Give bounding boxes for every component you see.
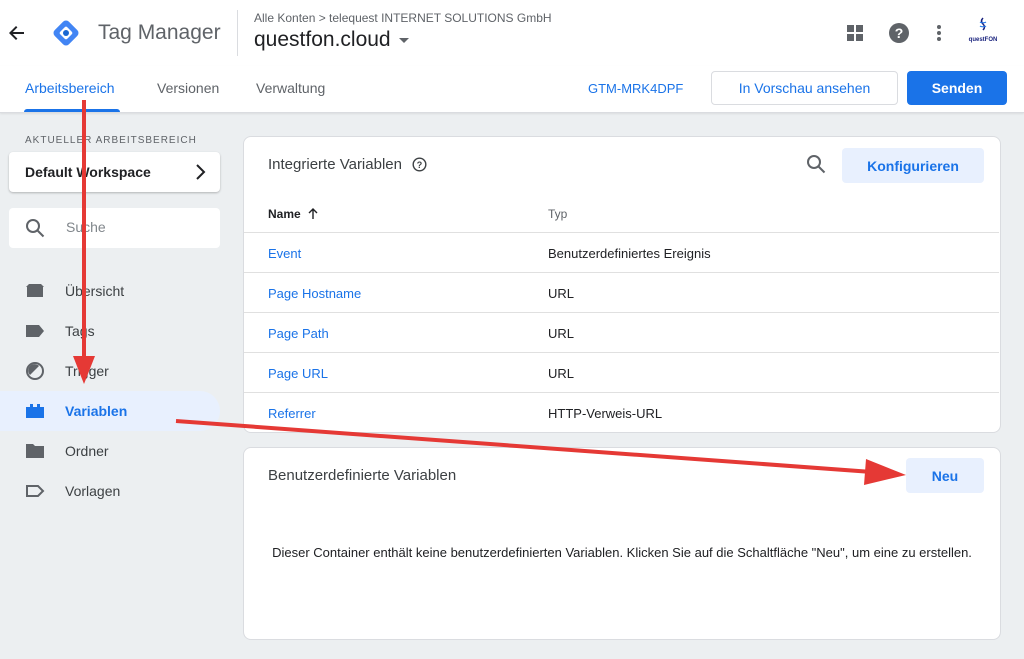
workspace-section-label: AKTUELLER ARBEITSBEREICH: [25, 135, 197, 146]
variable-type: Benutzerdefiniertes Ereignis: [548, 246, 711, 261]
column-header-label: Name: [268, 207, 301, 221]
sidebar-item-variables[interactable]: Variablen: [0, 391, 220, 431]
tab-admin[interactable]: Verwaltung: [256, 80, 325, 96]
svg-text:?: ?: [417, 160, 423, 170]
table-row: Referrer HTTP-Verweis-URL: [244, 392, 999, 433]
builtin-variables-card: Integrierte Variablen ? Konfigurieren Na…: [243, 136, 1001, 433]
chevron-right-icon: [196, 164, 206, 180]
svg-text:?: ?: [895, 25, 904, 41]
builtin-variables-title: Integrierte Variablen ?: [268, 156, 427, 173]
card-title-text: Integrierte Variablen: [268, 156, 402, 173]
container-name: questfon.cloud: [254, 28, 391, 51]
tag-icon: [25, 321, 45, 341]
search-icon[interactable]: [806, 154, 828, 176]
variable-type: HTTP-Verweis-URL: [548, 406, 663, 421]
custom-variables-card: Benutzerdefinierte Variablen Neu Dieser …: [243, 447, 1001, 640]
table-row: Page Hostname URL: [244, 272, 999, 313]
configure-button[interactable]: Konfigurieren: [842, 148, 984, 183]
active-tab-indicator: [24, 109, 120, 112]
send-button[interactable]: Senden: [907, 71, 1007, 105]
sidebar-item-label: Ordner: [65, 443, 109, 459]
custom-variables-title: Benutzerdefinierte Variablen: [268, 467, 457, 484]
back-arrow-icon[interactable]: [6, 22, 28, 44]
table-row: Page URL URL: [244, 352, 999, 393]
variable-type: URL: [548, 286, 575, 301]
account-breadcrumb[interactable]: Alle Konten > telequest INTERNET SOLUTIO…: [254, 11, 552, 25]
variable-name-link[interactable]: Page Hostname: [268, 286, 361, 301]
variable-name-link[interactable]: Referrer: [268, 406, 316, 421]
title-divider: [237, 10, 238, 56]
container-selector[interactable]: questfon.cloud: [254, 28, 409, 52]
tab-workspace[interactable]: Arbeitsbereich: [25, 80, 115, 96]
sidebar-item-folders[interactable]: Ordner: [0, 431, 220, 471]
sidebar-item-tags[interactable]: Tags: [0, 311, 220, 351]
variable-type: URL: [548, 326, 575, 341]
column-header-name[interactable]: Name: [268, 207, 319, 221]
more-vert-icon[interactable]: [928, 22, 950, 44]
column-header-type: Typ: [548, 207, 568, 221]
tab-bar: Arbeitsbereich Versionen Verwaltung GTM-…: [0, 66, 1024, 113]
tag-manager-logo-icon: [50, 17, 82, 49]
variable-name-link[interactable]: Page Path: [268, 326, 329, 341]
sidebar-item-templates[interactable]: Vorlagen: [0, 471, 220, 511]
variable-name-link[interactable]: Page URL: [268, 366, 328, 381]
template-icon: [25, 481, 45, 501]
new-variable-button[interactable]: Neu: [906, 458, 984, 493]
sidebar-search[interactable]: [9, 208, 220, 248]
sidebar-item-label: Trigger: [65, 363, 109, 379]
account-avatar[interactable]: questFON: [963, 17, 1003, 51]
sidebar-item-overview[interactable]: Übersicht: [0, 271, 220, 311]
sidebar-item-triggers[interactable]: Trigger: [0, 351, 220, 391]
empty-state-message: Dieser Container enthält keine benutzerd…: [272, 545, 972, 560]
help-outline-icon[interactable]: ?: [412, 157, 427, 172]
arrow-up-icon: [308, 208, 318, 219]
workspace-selector[interactable]: Default Workspace: [9, 152, 220, 192]
trigger-icon: [25, 361, 45, 381]
preview-button[interactable]: In Vorschau ansehen: [711, 71, 898, 105]
search-icon: [26, 219, 45, 238]
help-icon[interactable]: ?: [888, 22, 910, 44]
app-title: Tag Manager: [98, 21, 221, 44]
container-id-link[interactable]: GTM-MRK4DPF: [588, 81, 683, 96]
top-app-bar: Tag Manager Alle Konten > telequest INTE…: [0, 0, 1024, 66]
apps-grid-icon[interactable]: [844, 22, 866, 44]
sidebar-item-label: Variablen: [65, 403, 128, 419]
table-row: Page Path URL: [244, 312, 999, 353]
variable-type: URL: [548, 366, 575, 381]
table-row: Event Benutzerdefiniertes Ereignis: [244, 232, 999, 273]
variable-name-link[interactable]: Event: [268, 246, 301, 261]
workspace-name: Default Workspace: [25, 164, 151, 180]
tab-versions[interactable]: Versionen: [157, 80, 219, 96]
variables-icon: [25, 401, 45, 421]
questfon-logo-icon: [979, 17, 987, 31]
sidebar-item-label: Übersicht: [65, 283, 125, 299]
folder-icon: [25, 441, 45, 461]
caret-down-icon: [398, 38, 409, 43]
overview-icon: [25, 281, 45, 301]
sidebar-search-input[interactable]: [64, 218, 208, 236]
sidebar-item-label: Vorlagen: [65, 483, 121, 499]
sidebar-item-label: Tags: [65, 323, 95, 339]
account-brand-label: questFON: [968, 37, 998, 43]
